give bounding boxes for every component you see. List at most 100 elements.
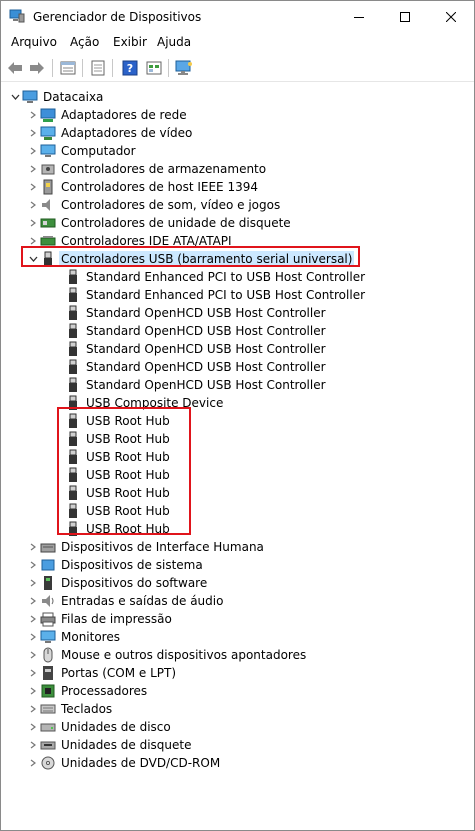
expand-toggle[interactable]	[26, 124, 40, 142]
tree-category[interactable]: Controladores de armazenamento	[26, 160, 268, 178]
tree-category[interactable]: Dispositivos de sistema	[26, 556, 205, 574]
keyboard-icon	[40, 701, 56, 717]
expand-toggle[interactable]	[26, 610, 40, 628]
expand-toggle[interactable]	[26, 736, 40, 754]
tree-device[interactable]: Standard Enhanced PCI to USB Host Contro…	[61, 268, 367, 286]
tree-device[interactable]: Standard OpenHCD USB Host Controller	[61, 340, 328, 358]
tree-device[interactable]: Standard OpenHCD USB Host Controller	[61, 304, 328, 322]
tree-node-label: Standard OpenHCD USB Host Controller	[86, 306, 326, 320]
system-device-icon	[40, 557, 56, 573]
chevron-right-icon	[30, 579, 36, 587]
expand-toggle[interactable]	[26, 628, 40, 646]
tree-category[interactable]: Adaptadores de vídeo	[26, 124, 194, 142]
tree-device[interactable]: Standard OpenHCD USB Host Controller	[61, 322, 328, 340]
toolbar-separator	[82, 59, 83, 77]
back-button[interactable]	[5, 58, 25, 78]
tree-node-label: Standard Enhanced PCI to USB Host Contro…	[86, 270, 366, 284]
tree-device[interactable]: USB Root Hub	[61, 412, 172, 430]
tree-category[interactable]: Computador	[26, 142, 138, 160]
tree-category[interactable]: Controladores de host IEEE 1394	[26, 178, 260, 196]
menu-arquivo[interactable]: Arquivo	[11, 35, 57, 49]
tree-category[interactable]: Adaptadores de rede	[26, 106, 189, 124]
storage-controller-icon	[40, 161, 56, 177]
tree-category[interactable]: Portas (COM e LPT)	[26, 664, 178, 682]
tree-node-label: Standard OpenHCD USB Host Controller	[86, 342, 326, 356]
scan-hardware-button[interactable]	[174, 58, 194, 78]
tree-device[interactable]: USB Composite Device	[61, 394, 225, 412]
print-queue-icon	[40, 611, 56, 627]
floppy-drive-icon	[40, 737, 56, 753]
display-adapter-icon	[40, 125, 56, 141]
tree-category[interactable]: Dispositivos de Interface Humana	[26, 538, 266, 556]
chevron-right-icon	[30, 561, 36, 569]
tree-root-datacaixa[interactable]: Datacaixa	[8, 88, 105, 106]
expand-toggle[interactable]	[26, 178, 40, 196]
maximize-button[interactable]	[382, 1, 428, 32]
tree-device[interactable]: USB Root Hub	[61, 430, 172, 448]
expand-toggle[interactable]	[26, 754, 40, 772]
tree-category[interactable]: Unidades de DVD/CD-ROM	[26, 754, 222, 772]
expand-toggle[interactable]	[26, 646, 40, 664]
forward-button[interactable]	[27, 58, 47, 78]
disk-drive-icon	[40, 719, 56, 735]
expand-toggle[interactable]	[26, 574, 40, 592]
tree-device[interactable]: USB Root Hub	[61, 448, 172, 466]
menu-exibir[interactable]: Exibir	[113, 35, 147, 49]
tree-category[interactable]: Monitores	[26, 628, 122, 646]
ide-controller-icon	[40, 233, 56, 249]
usb-device-icon	[65, 467, 81, 483]
tree-category[interactable]: Controladores de som, vídeo e jogos	[26, 196, 282, 214]
document-view-button[interactable]	[88, 58, 108, 78]
title-bar[interactable]: Gerenciador de Dispositivos	[1, 1, 474, 32]
expand-toggle[interactable]	[26, 196, 40, 214]
expand-toggle[interactable]	[26, 682, 40, 700]
usb-device-icon	[65, 305, 81, 321]
expand-toggle[interactable]	[26, 664, 40, 682]
tree-category[interactable]: Controladores IDE ATA/ATAPI	[26, 232, 234, 250]
expand-toggle[interactable]	[26, 214, 40, 232]
tree-device[interactable]: Standard Enhanced PCI to USB Host Contro…	[61, 286, 367, 304]
expand-toggle[interactable]	[26, 538, 40, 556]
chevron-right-icon	[30, 597, 36, 605]
minimize-button[interactable]	[336, 1, 382, 32]
tree-category[interactable]: Unidades de disquete	[26, 736, 193, 754]
tree-category[interactable]: Unidades de disco	[26, 718, 173, 736]
expand-toggle[interactable]	[26, 592, 40, 610]
expand-toggle[interactable]	[26, 160, 40, 178]
tree-category[interactable]: Controladores de unidade de disquete	[26, 214, 293, 232]
collapse-toggle[interactable]	[26, 250, 40, 268]
chevron-right-icon	[30, 111, 36, 119]
chevron-right-icon	[30, 147, 36, 155]
usb-device-icon	[65, 287, 81, 303]
menu-acao[interactable]: Ação	[70, 35, 99, 49]
tree-device[interactable]: USB Root Hub	[61, 520, 172, 538]
expand-toggle[interactable]	[26, 142, 40, 160]
usb-device-icon	[65, 395, 81, 411]
tree-category[interactable]: Controladores USB (barramento serial uni…	[26, 250, 355, 268]
collapse-toggle[interactable]	[8, 88, 22, 106]
refresh-view-button[interactable]	[144, 58, 164, 78]
expand-toggle[interactable]	[26, 700, 40, 718]
tree-node-label: USB Root Hub	[86, 468, 170, 482]
tree-category[interactable]: Dispositivos do software	[26, 574, 209, 592]
chevron-right-icon	[30, 129, 36, 137]
tree-device[interactable]: USB Root Hub	[61, 466, 172, 484]
tree-category[interactable]: Processadores	[26, 682, 149, 700]
expand-toggle[interactable]	[26, 718, 40, 736]
close-button[interactable]	[428, 1, 474, 32]
tree-device[interactable]: USB Root Hub	[61, 502, 172, 520]
help-button[interactable]: ?	[120, 58, 140, 78]
tree-device[interactable]: Standard OpenHCD USB Host Controller	[61, 376, 328, 394]
tree-device[interactable]: USB Root Hub	[61, 484, 172, 502]
tree-category[interactable]: Teclados	[26, 700, 114, 718]
chevron-right-icon	[30, 543, 36, 551]
tree-category[interactable]: Filas de impressão	[26, 610, 174, 628]
tree-category[interactable]: Entradas e saídas de áudio	[26, 592, 225, 610]
expand-toggle[interactable]	[26, 106, 40, 124]
expand-toggle[interactable]	[26, 556, 40, 574]
expand-toggle[interactable]	[26, 232, 40, 250]
menu-ajuda[interactable]: Ajuda	[157, 35, 191, 49]
tree-device[interactable]: Standard OpenHCD USB Host Controller	[61, 358, 328, 376]
tree-category[interactable]: Mouse e outros dispositivos apontadores	[26, 646, 308, 664]
properties-view-button[interactable]	[58, 58, 78, 78]
